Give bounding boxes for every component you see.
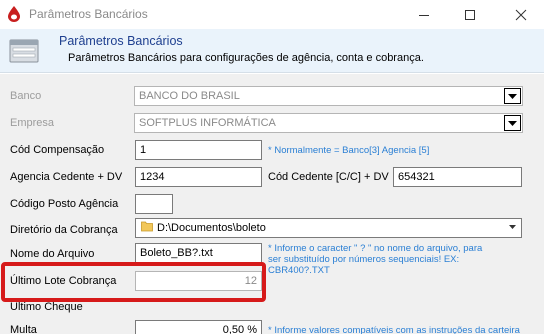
bank-params-icon — [9, 39, 39, 63]
codigo-posto-input[interactable] — [135, 194, 173, 214]
minimize-icon — [419, 15, 429, 16]
dropdown-arrow-icon — [508, 121, 517, 126]
diretorio-value: D:\Documentos\boleto — [157, 222, 266, 234]
empresa-value: SOFTPLUS INFORMÁTICA — [139, 117, 276, 129]
nome-arquivo-note-line: CBR400?.TXT — [268, 265, 330, 276]
cod-compensacao-note: * Normalmente = Banco[3] Agencia [5] — [268, 145, 430, 156]
codigo-posto-label: Código Posto Agência — [10, 198, 119, 210]
page-header: Parâmetros Bancários Parâmetros Bancário… — [0, 29, 544, 73]
diretorio-input[interactable]: D:\Documentos\boleto — [135, 218, 522, 238]
window-title: Parâmetros Bancários — [29, 7, 148, 21]
banco-label: Banco — [10, 90, 42, 102]
agencia-cedente-input[interactable]: 1234 — [135, 167, 262, 187]
maximize-button[interactable] — [447, 0, 493, 29]
banco-value: BANCO DO BRASIL — [139, 90, 240, 102]
app-logo-icon — [8, 6, 20, 22]
chevron-down-icon[interactable] — [509, 225, 516, 229]
minimize-button[interactable] — [401, 0, 447, 29]
multa-note: * Informe valores compatíveis com as ins… — [268, 325, 520, 334]
multa-label: Multa — [10, 324, 37, 334]
cod-compensacao-input[interactable]: 1 — [135, 140, 262, 160]
multa-input[interactable]: 0,50 % — [135, 320, 262, 334]
nome-arquivo-input[interactable]: Boleto_BB?.txt — [135, 243, 262, 263]
nome-arquivo-note-line: ser substituído por números sequenciais!… — [268, 254, 460, 265]
nome-arquivo-note: * Informe o caracter " ? " no nome do ar… — [268, 243, 482, 276]
highlight-box — [1, 262, 266, 302]
nome-arquivo-note-line: * Informe o caracter " ? " no nome do ar… — [268, 243, 483, 254]
cod-compensacao-label: Cód Compensação — [10, 144, 105, 156]
banco-dropdown-button[interactable] — [504, 88, 521, 104]
nome-arquivo-label: Nome do Arquivo — [10, 248, 95, 260]
maximize-icon — [465, 10, 475, 20]
cod-cedente-label: Cód Cedente [C/C] + DV — [268, 171, 389, 183]
empresa-select[interactable]: SOFTPLUS INFORMÁTICA — [134, 113, 523, 133]
page-subtitle: Parâmetros Bancários para configurações … — [68, 52, 424, 64]
page-title: Parâmetros Bancários — [59, 34, 183, 48]
ultimo-cheque-label: Último Cheque — [10, 301, 83, 313]
diretorio-label: Diretório da Cobrança — [10, 224, 118, 236]
banco-select[interactable]: BANCO DO BRASIL — [134, 86, 523, 106]
folder-icon — [141, 221, 153, 232]
empresa-label: Empresa — [10, 117, 55, 129]
empresa-dropdown-button[interactable] — [504, 115, 521, 131]
close-button[interactable] — [498, 0, 544, 29]
title-bar: Parâmetros Bancários — [0, 0, 544, 29]
dropdown-arrow-icon — [508, 94, 517, 99]
agencia-cedente-label: Agencia Cedente + DV — [10, 171, 123, 183]
cod-cedente-input[interactable]: 654321 — [393, 167, 522, 187]
close-icon — [515, 9, 527, 21]
